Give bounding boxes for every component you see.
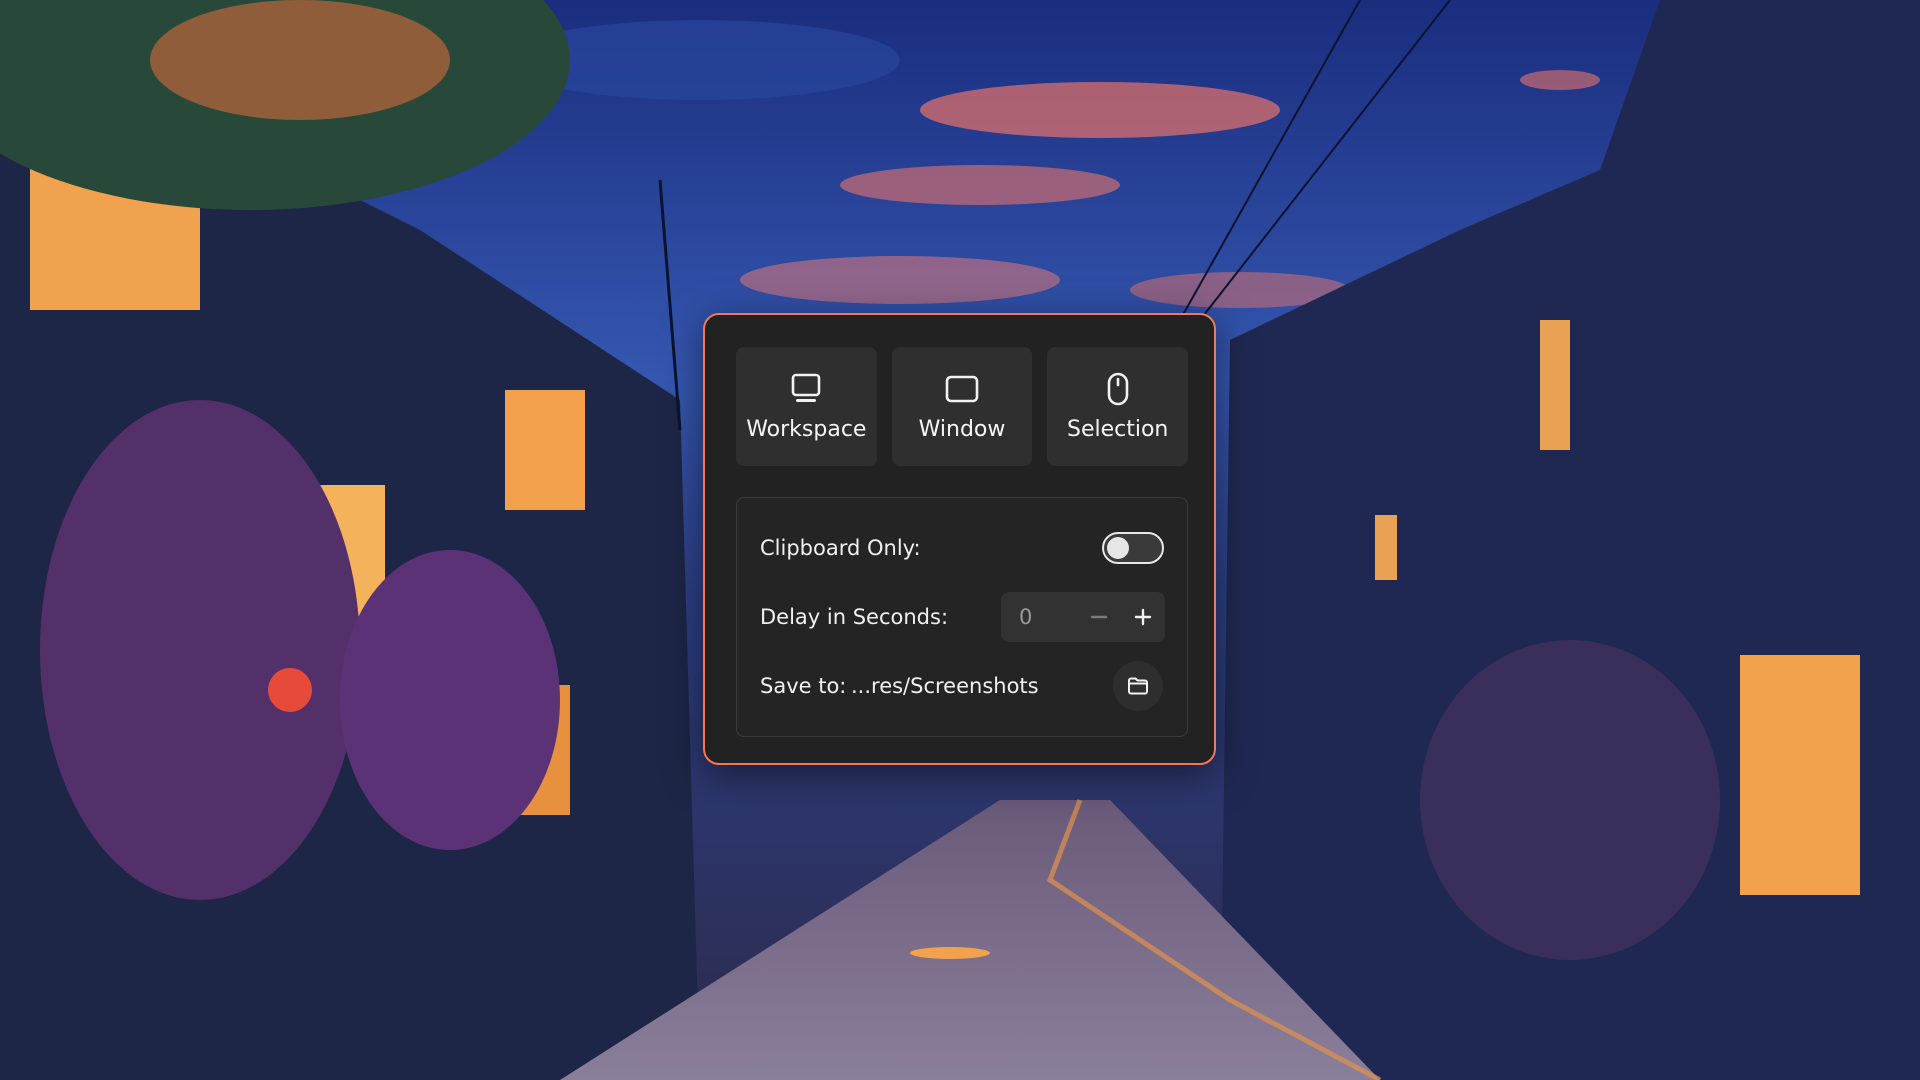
desktop: Workspace Window Selection Clipboard Onl… bbox=[0, 0, 1920, 1080]
delay-decrement-button[interactable] bbox=[1077, 592, 1121, 642]
plus-icon bbox=[1134, 608, 1152, 626]
workspace-mode-label: Workspace bbox=[746, 417, 867, 442]
delay-label: Delay in Seconds: bbox=[760, 605, 949, 629]
capture-mode-group: Workspace Window Selection bbox=[736, 347, 1189, 466]
mouse-icon bbox=[1107, 372, 1128, 406]
clipboard-only-toggle[interactable] bbox=[1102, 532, 1164, 564]
options-panel: Clipboard Only: Delay in Seconds: 0 Save… bbox=[736, 497, 1188, 737]
window-icon bbox=[945, 375, 979, 403]
folder-icon bbox=[1128, 677, 1148, 695]
delay-value-input[interactable]: 0 bbox=[1019, 605, 1032, 629]
delay-row: Delay in Seconds: 0 bbox=[737, 583, 1187, 651]
clipboard-row: Clipboard Only: bbox=[737, 514, 1187, 582]
screenshot-dialog: Workspace Window Selection Clipboard Onl… bbox=[703, 313, 1216, 765]
save-to-label: Save to: bbox=[760, 674, 847, 698]
window-mode-label: Window bbox=[918, 417, 1006, 442]
workspace-mode-button[interactable]: Workspace bbox=[736, 347, 877, 466]
selection-mode-button[interactable]: Selection bbox=[1047, 347, 1189, 466]
save-to-row: Save to: ...res/Screenshots bbox=[737, 652, 1187, 720]
clipboard-label: Clipboard Only: bbox=[760, 536, 921, 560]
toggle-knob bbox=[1107, 537, 1129, 559]
monitor-icon bbox=[792, 373, 821, 402]
delay-spinbutton: 0 bbox=[1001, 592, 1165, 642]
save-path-text: ...res/Screenshots bbox=[851, 674, 1039, 698]
window-mode-button[interactable]: Window bbox=[891, 347, 1033, 466]
choose-folder-button[interactable] bbox=[1113, 661, 1163, 711]
delay-increment-button[interactable] bbox=[1121, 592, 1165, 642]
minus-icon bbox=[1090, 615, 1108, 619]
selection-mode-label: Selection bbox=[1066, 417, 1169, 442]
